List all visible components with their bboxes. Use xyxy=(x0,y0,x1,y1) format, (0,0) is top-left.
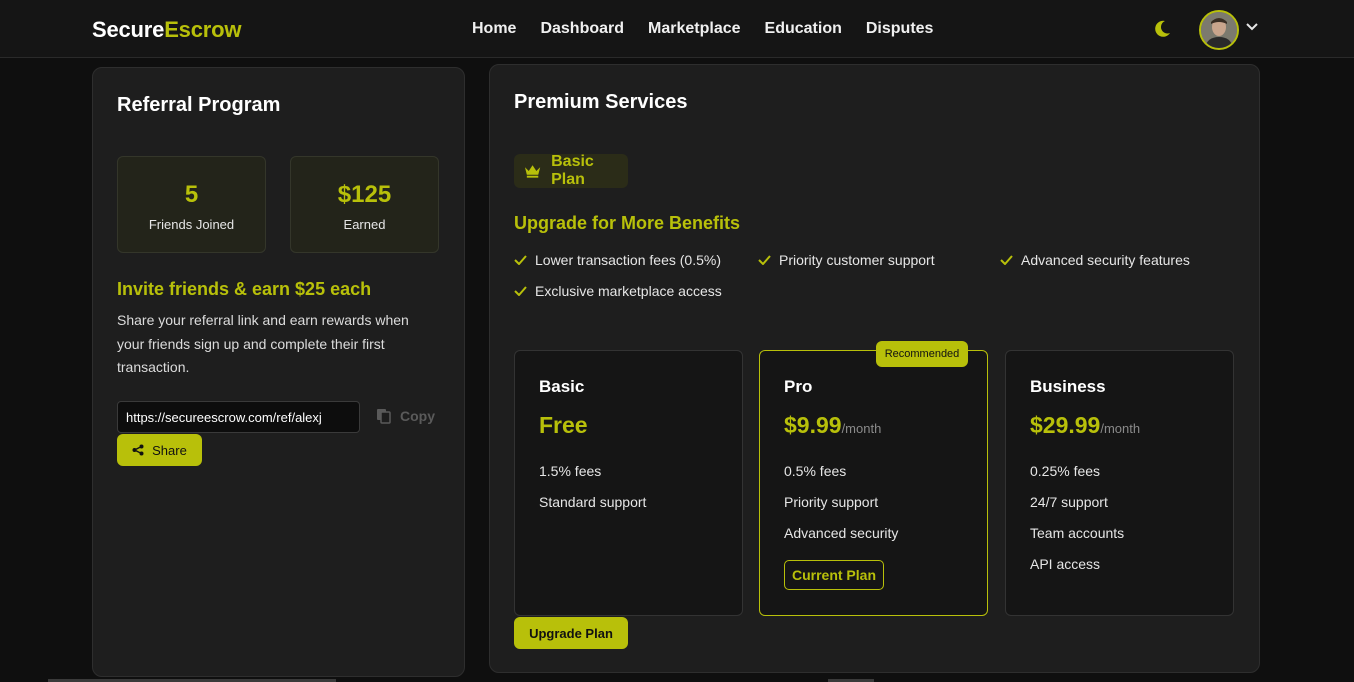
benefit-text: Lower transaction fees (0.5%) xyxy=(535,252,721,268)
referral-title: Referral Program xyxy=(117,94,281,116)
plan-price-value: $9.99 xyxy=(784,412,842,438)
referral-card: Referral Program 5 Friends Joined $125 E… xyxy=(92,67,465,677)
plan-name: Business xyxy=(1030,377,1106,396)
plan-feature: Standard support xyxy=(539,494,647,510)
avatar[interactable] xyxy=(1199,10,1239,50)
share-icon xyxy=(132,444,144,456)
plan-price: $9.99/month xyxy=(784,412,881,439)
benefit-text: Exclusive marketplace access xyxy=(535,283,722,299)
avatar-image xyxy=(1201,12,1237,48)
main-nav: Home Dashboard Marketplace Education Dis… xyxy=(472,20,933,38)
plan-card-basic[interactable]: Basic Free 1.5% fees Standard support xyxy=(514,350,743,616)
plan-price-value: Free xyxy=(539,412,588,438)
plan-feature: API access xyxy=(1030,556,1101,572)
stat-label: Earned xyxy=(343,217,386,232)
current-plan-badge: Basic Plan xyxy=(514,153,628,188)
copy-label: Copy xyxy=(400,408,435,424)
plan-card-pro[interactable]: Recommended Pro $9.99/month 0.5% fees Pr… xyxy=(759,341,988,616)
plan-price: Free xyxy=(539,412,588,439)
benefit-item: Exclusive marketplace access xyxy=(514,283,722,299)
nav-education[interactable]: Education xyxy=(765,20,842,38)
plan-feature: 0.5% fees xyxy=(784,463,847,479)
stat-label: Friends Joined xyxy=(148,217,235,232)
stat-friends-joined: 5 Friends Joined xyxy=(117,156,266,253)
stat-value: 5 xyxy=(184,181,199,208)
premium-services-card: Premium Services Basic Plan Upgrade for … xyxy=(489,64,1260,673)
plan-feature: Advanced security xyxy=(784,525,899,541)
check-icon xyxy=(514,286,527,296)
benefit-text: Priority customer support xyxy=(779,252,935,268)
top-navbar: SecureEscrow Home Dashboard Marketplace … xyxy=(0,0,1354,58)
invite-heading: Invite friends & earn $25 each xyxy=(117,279,372,299)
check-icon xyxy=(758,255,771,265)
nav-disputes[interactable]: Disputes xyxy=(866,20,934,38)
copy-button[interactable]: Copy xyxy=(376,408,435,424)
current-plan-label: Basic Plan xyxy=(551,153,594,188)
chevron-down-icon[interactable] xyxy=(1245,22,1259,32)
logo-text-secure: Secure xyxy=(92,17,165,42)
plan-price-period: /month xyxy=(841,421,882,436)
plan-feature: 0.25% fees xyxy=(1030,463,1101,479)
benefit-item: Lower transaction fees (0.5%) xyxy=(514,252,721,268)
nav-dashboard[interactable]: Dashboard xyxy=(540,20,624,38)
referral-link-input[interactable] xyxy=(117,401,360,433)
nav-home[interactable]: Home xyxy=(472,20,516,38)
plan-feature: Team accounts xyxy=(1030,525,1125,541)
logo-text-escrow: Escrow xyxy=(164,17,242,42)
share-label: Share xyxy=(152,442,187,458)
upgrade-heading: Upgrade for More Benefits xyxy=(514,213,741,233)
invite-description: Share your referral link and earn reward… xyxy=(117,312,409,375)
plan-name: Pro xyxy=(784,377,813,396)
crown-icon xyxy=(524,165,541,178)
nav-marketplace[interactable]: Marketplace xyxy=(648,20,741,38)
premium-title: Premium Services xyxy=(514,91,688,113)
plan-price-period: /month xyxy=(1100,421,1141,436)
stat-earned: $125 Earned xyxy=(290,156,439,253)
logo[interactable]: SecureEscrow xyxy=(92,17,241,43)
plan-price: $29.99/month xyxy=(1030,412,1140,439)
check-icon xyxy=(1000,255,1013,265)
share-button[interactable]: Share xyxy=(117,434,202,466)
moon-icon[interactable] xyxy=(1152,19,1172,39)
plan-card-business[interactable]: Business $29.99/month 0.25% fees 24/7 su… xyxy=(1005,350,1234,616)
stat-value: $125 xyxy=(337,181,392,208)
plan-feature: 1.5% fees xyxy=(539,463,602,479)
current-plan-button[interactable]: Current Plan xyxy=(784,560,884,590)
check-icon xyxy=(514,255,527,265)
benefit-item: Advanced security features xyxy=(1000,252,1190,268)
plan-feature: Priority support xyxy=(784,494,879,510)
plan-feature: 24/7 support xyxy=(1030,494,1108,510)
plan-price-value: $29.99 xyxy=(1030,412,1101,438)
benefit-text: Advanced security features xyxy=(1021,252,1190,268)
upgrade-plan-button[interactable]: Upgrade Plan xyxy=(514,617,628,649)
copy-icon xyxy=(377,409,391,424)
plan-name: Basic xyxy=(539,377,585,396)
benefit-item: Priority customer support xyxy=(758,252,935,268)
recommended-badge: Recommended xyxy=(876,341,968,367)
